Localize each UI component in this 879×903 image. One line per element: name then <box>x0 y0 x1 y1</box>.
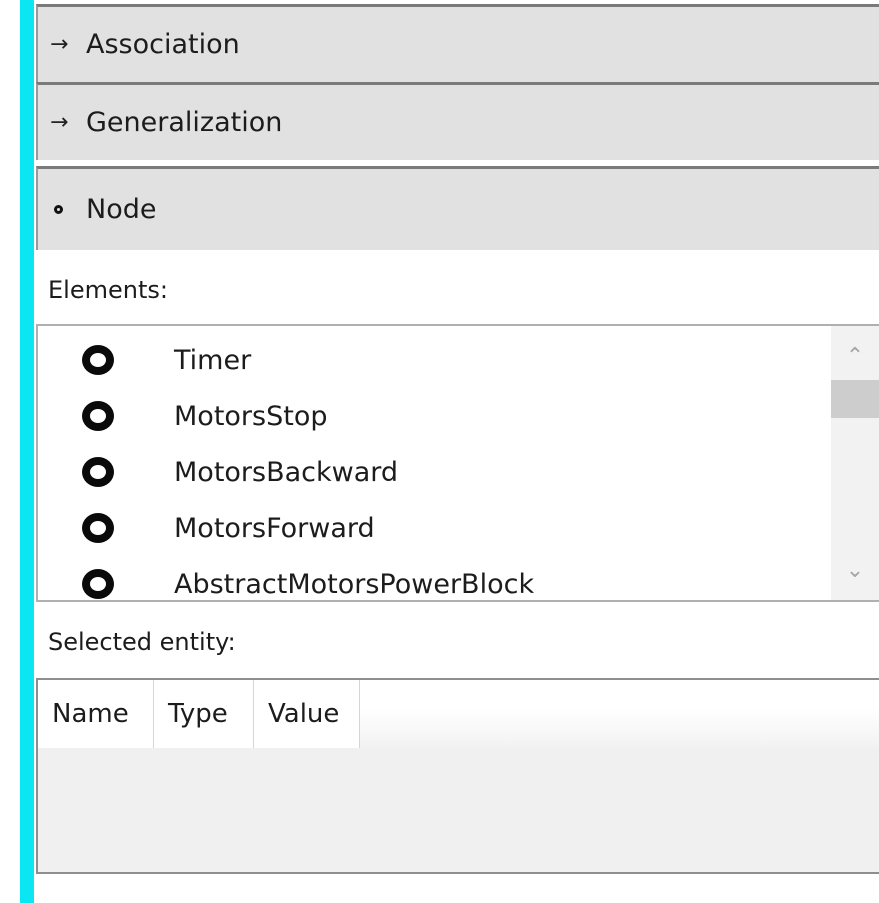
elements-list[interactable]: Timer MotorsStop MotorsBackward MotorsFo… <box>36 324 879 602</box>
association-expander[interactable]: → Association <box>36 4 879 82</box>
node-circle-icon <box>82 513 114 543</box>
scroll-down-icon[interactable]: ⌄ <box>831 548 879 592</box>
generalization-expander[interactable]: → Generalization <box>36 82 879 160</box>
accent-bar <box>20 0 34 903</box>
elements-label: Elements: <box>48 276 168 304</box>
node-expander[interactable]: Node <box>36 166 879 250</box>
vertical-scrollbar[interactable]: ⌃ ⌄ <box>831 326 879 600</box>
node-dot-icon <box>50 169 63 250</box>
node-circle-icon <box>82 457 114 487</box>
scroll-up-icon[interactable]: ⌃ <box>831 334 879 378</box>
arrow-right-icon: → <box>50 110 69 135</box>
list-item-label: MotorsBackward <box>174 456 399 488</box>
list-item-label: Timer <box>174 344 252 376</box>
list-item-label: MotorsForward <box>174 512 375 544</box>
arrow-right-icon: → <box>50 32 69 57</box>
column-header-type[interactable]: Type <box>154 680 254 748</box>
node-circle-icon <box>82 569 114 599</box>
generalization-label: Generalization <box>86 107 283 138</box>
association-label: Association <box>86 29 240 60</box>
list-item-motorsbackward[interactable]: MotorsBackward <box>38 444 828 500</box>
properties-grid[interactable]: Name Type Value <box>36 678 879 874</box>
list-item-motorsforward[interactable]: MotorsForward <box>38 500 828 556</box>
window: → Association → Generalization Node Elem… <box>0 0 879 903</box>
column-header-value[interactable]: Value <box>254 680 360 748</box>
list-item-label: MotorsStop <box>174 400 328 432</box>
palette-panel: → Association → Generalization Node Elem… <box>34 0 879 903</box>
node-label: Node <box>86 194 157 225</box>
list-item-label: AbstractMotorsPowerBlock <box>174 568 535 600</box>
list-item-motorsstop[interactable]: MotorsStop <box>38 388 828 444</box>
selected-entity-label: Selected entity: <box>48 628 236 656</box>
node-circle-icon <box>82 345 114 375</box>
header-filler <box>360 708 879 748</box>
list-item-timer[interactable]: Timer <box>38 332 828 388</box>
node-circle-icon <box>82 401 114 431</box>
properties-grid-header: Name Type Value <box>38 680 879 748</box>
list-item-abstractmotorspowerblock[interactable]: AbstractMotorsPowerBlock <box>38 556 828 600</box>
scroll-thumb[interactable] <box>831 380 879 418</box>
column-header-name[interactable]: Name <box>38 680 154 748</box>
